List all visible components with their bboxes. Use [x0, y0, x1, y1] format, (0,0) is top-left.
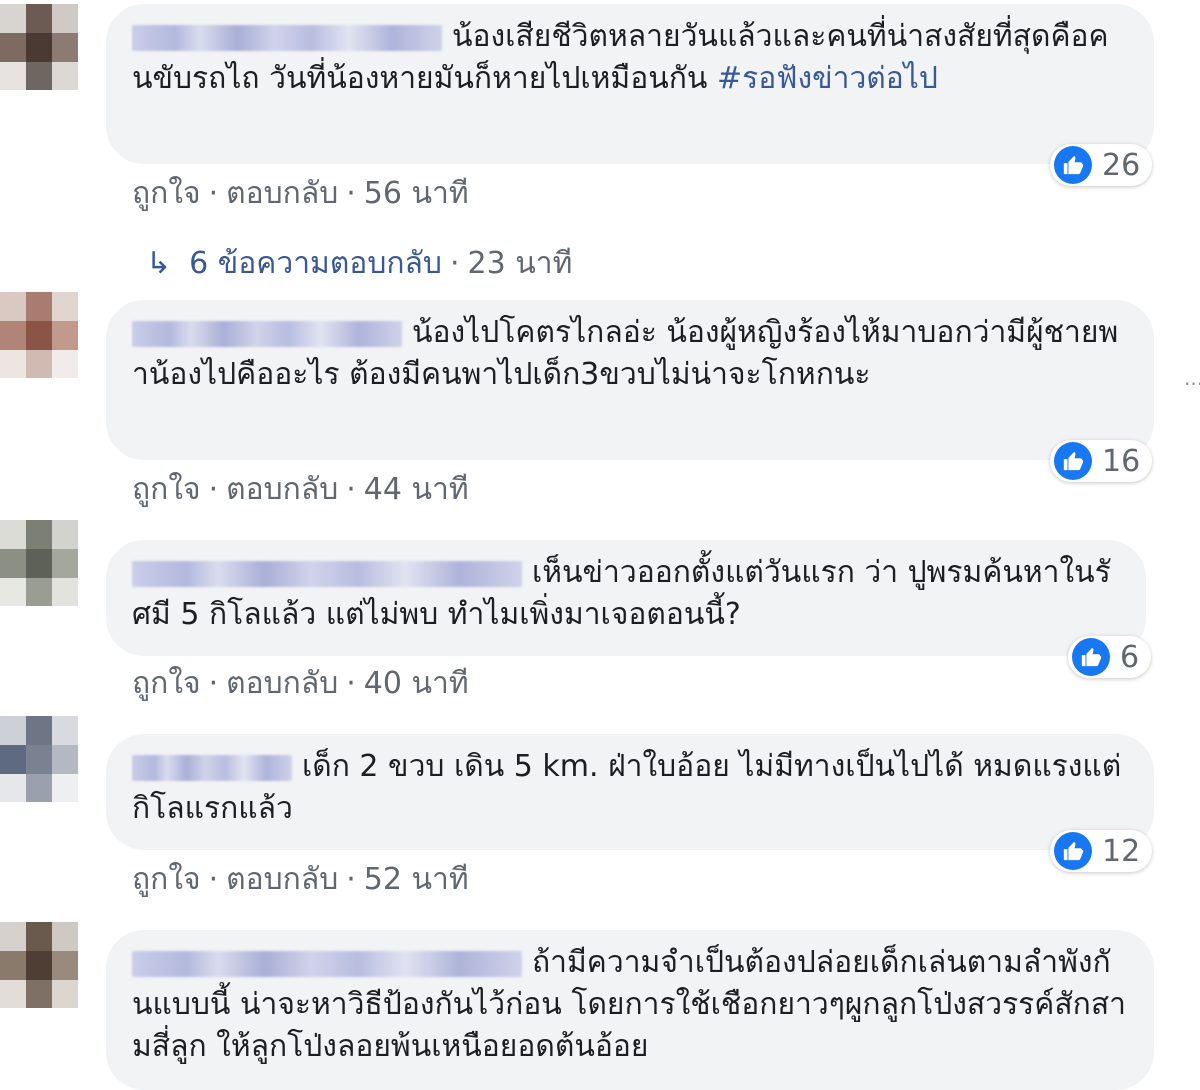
commenter-name-blurred[interactable]: [132, 24, 442, 51]
comment-bubble: น้องเสียชีวิตหลายวันแล้วและคนที่น่าสงสัย…: [106, 4, 1154, 164]
commenter-name-blurred[interactable]: [132, 950, 522, 977]
avatar[interactable]: [0, 292, 78, 378]
like-link[interactable]: ถูกใจ: [132, 666, 201, 701]
comment-actions: ถูกใจ · ตอบกลับ · 44 นาที: [132, 466, 469, 513]
reply-link[interactable]: ตอบกลับ: [226, 472, 338, 507]
separator: ·: [346, 666, 356, 701]
separator: ·: [208, 862, 219, 897]
like-link[interactable]: ถูกใจ: [132, 862, 201, 897]
thumbs-up-icon: [1072, 638, 1110, 676]
separator: ·: [208, 472, 219, 507]
reply-link[interactable]: ตอบกลับ: [226, 666, 338, 701]
avatar[interactable]: [0, 716, 78, 802]
reply-link[interactable]: ตอบกลับ: [226, 862, 338, 897]
separator: ·: [346, 472, 356, 507]
comment-actions: ถูกใจ · ตอบกลับ · 40 นาที: [132, 660, 469, 707]
comment-bubble: ถ้ามีความจำเป็นต้องปล่อยเด็กเล่นตามลำพัง…: [106, 930, 1154, 1090]
hashtag-link[interactable]: #รอฟังข่าวต่อไป: [717, 61, 938, 96]
like-link[interactable]: ถูกใจ: [132, 472, 201, 507]
commenter-name-blurred[interactable]: [132, 320, 402, 347]
reply-link[interactable]: ตอบกลับ: [226, 176, 338, 211]
comment-text: เห็นข่าวออกตั้งแต่วันแรก ว่า ปูพรมค้นหาใ…: [132, 552, 1118, 636]
reaction-count[interactable]: 16: [1050, 440, 1153, 482]
thumbs-up-icon: [1054, 146, 1092, 184]
comment-bubble: เห็นข่าวออกตั้งแต่วันแรก ว่า ปูพรมค้นหาใ…: [106, 540, 1146, 656]
thumbs-up-icon: [1054, 442, 1092, 480]
reaction-count[interactable]: 26: [1050, 144, 1153, 186]
like-count: 12: [1102, 833, 1141, 869]
replies-count-label[interactable]: 6 ข้อความตอบกลับ: [189, 246, 442, 274]
comment-bubble: น้องไปโคตรไกลอ่ะ น้องผู้หญิงร้องไห้มาบอก…: [106, 300, 1154, 460]
comment-text: น้องไปโคตรไกลอ่ะ น้องผู้หญิงร้องไห้มาบอก…: [132, 312, 1126, 396]
comment-bubble: เด็ก 2 ขวบ เดิน 5 km. ฝ่าใบอ้อย ไม่มีทาง…: [106, 734, 1154, 850]
timestamp[interactable]: 23 นาที: [468, 246, 573, 274]
like-count: 6: [1120, 639, 1140, 675]
comment-actions: ถูกใจ · ตอบกลับ · 52 นาที: [132, 856, 469, 903]
reaction-count[interactable]: 6: [1068, 636, 1152, 678]
comment-text: เด็ก 2 ขวบ เดิน 5 km. ฝ่าใบอ้อย ไม่มีทาง…: [132, 746, 1126, 830]
comment-actions: ถูกใจ · ตอบกลับ · 56 นาที: [132, 170, 469, 217]
separator: ·: [449, 246, 460, 274]
timestamp[interactable]: 52 นาที: [364, 862, 469, 897]
reaction-count[interactable]: 12: [1050, 830, 1153, 872]
like-count: 26: [1102, 147, 1141, 183]
comment-text: ถ้ามีความจำเป็นต้องปล่อยเด็กเล่นตามลำพัง…: [132, 942, 1126, 1068]
comment-text: น้องเสียชีวิตหลายวันแล้วและคนที่น่าสงสัย…: [132, 16, 1126, 100]
separator: ·: [346, 862, 356, 897]
more-options-icon[interactable]: ···: [1184, 372, 1200, 396]
separator: ·: [208, 176, 219, 211]
like-count: 16: [1102, 443, 1141, 479]
avatar[interactable]: [0, 922, 78, 1008]
avatar[interactable]: [0, 4, 78, 90]
reply-arrow-icon: ↳: [146, 246, 172, 274]
timestamp[interactable]: 44 นาที: [364, 472, 469, 507]
timestamp[interactable]: 56 นาที: [364, 176, 469, 211]
view-replies-link[interactable]: ↳ 6 ข้อความตอบกลับ · 23 นาที: [146, 240, 572, 274]
avatar[interactable]: [0, 520, 78, 606]
separator: ·: [208, 666, 219, 701]
separator: ·: [346, 176, 356, 211]
thumbs-up-icon: [1054, 832, 1092, 870]
like-link[interactable]: ถูกใจ: [132, 176, 201, 211]
commenter-name-blurred[interactable]: [132, 754, 292, 781]
commenter-name-blurred[interactable]: [132, 560, 522, 587]
timestamp[interactable]: 40 นาที: [364, 666, 469, 701]
